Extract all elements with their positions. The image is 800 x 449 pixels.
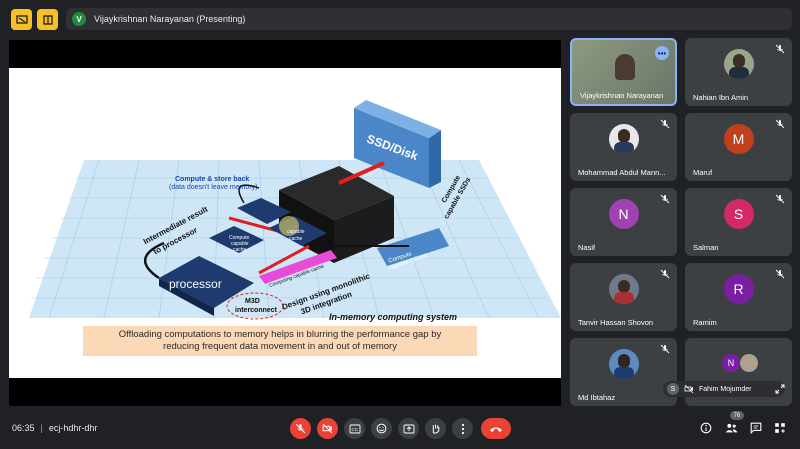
mic-off-icon	[295, 423, 306, 434]
expand-icon[interactable]	[775, 384, 785, 394]
participant-name: Ramim	[693, 318, 717, 327]
system-label: In-memory computing system	[329, 312, 457, 322]
compute-store-label: Compute & store back	[175, 176, 249, 183]
people-icon	[725, 423, 737, 433]
others-avatar: S	[667, 383, 679, 395]
participant-photo	[608, 349, 639, 379]
svg-text:cache: cache	[289, 236, 303, 242]
raise-hand-button[interactable]	[425, 418, 446, 439]
presentation-stage: SSD/Disk Compute capable SSDs Compute ca…	[9, 40, 561, 406]
processor-label: processor	[169, 277, 222, 291]
mic-off-icon	[775, 269, 785, 279]
participant-photo	[608, 124, 639, 154]
reactions-button[interactable]	[371, 418, 392, 439]
present-icon-button[interactable]	[11, 9, 32, 30]
presenter-video-figure	[615, 54, 635, 80]
presenter-chip: V Vijaykrishnan Narayanan (Presenting)	[66, 8, 792, 30]
participant-avatar: N	[722, 354, 740, 372]
bottom-bar: 06:35 | ecj-hdhr-dhr CC	[0, 410, 800, 449]
camera-toggle-button[interactable]	[317, 418, 338, 439]
mic-off-icon	[660, 344, 670, 354]
participant-name: Md Ibtahaz	[578, 393, 616, 402]
m3d-sub: interconnect	[235, 307, 278, 314]
participant-tile-nahian[interactable]: Nahian Ibn Amin	[685, 38, 792, 106]
chat-button[interactable]	[748, 420, 764, 436]
participant-count-badge: 76	[730, 411, 744, 420]
participant-name: Fahim Mojumder	[699, 385, 752, 393]
mic-off-icon	[775, 194, 785, 204]
caption-line-1: Offloading computations to memory helps …	[118, 329, 442, 340]
activities-button[interactable]	[772, 420, 788, 436]
participant-name: Nasif	[578, 243, 596, 252]
slide: SSD/Disk Compute capable SSDs Compute ca…	[9, 68, 561, 378]
others-bar[interactable]: S Fahim Mojumder	[663, 381, 785, 397]
info-icon	[700, 422, 712, 434]
participant-avatar: N	[608, 199, 639, 229]
camera-off-icon	[684, 384, 694, 394]
participant-tile-maruf[interactable]: M Maruf	[685, 113, 792, 181]
meeting-details-button[interactable]	[698, 420, 714, 436]
top-bar: V Vijaykrishnan Narayanan (Presenting)	[0, 0, 800, 38]
mic-off-icon	[775, 119, 785, 129]
more-options-button[interactable]: •••	[655, 46, 669, 60]
people-button[interactable]	[723, 420, 739, 436]
participant-photo	[740, 354, 758, 372]
captions-button[interactable]: CC	[344, 418, 365, 439]
more-options-button[interactable]	[452, 418, 473, 439]
meeting-info: 06:35 | ecj-hdhr-dhr	[12, 423, 97, 433]
svg-text:cache: cache	[233, 247, 247, 253]
screen-share-icon	[15, 14, 28, 24]
participant-name: Mohammad Abdul Mann...	[578, 168, 666, 177]
meeting-time: 06:35	[12, 423, 35, 433]
participant-photo	[723, 49, 754, 79]
participant-name: Tanvir Hassan Shovon	[578, 318, 654, 327]
participant-tile-salman[interactable]: S Salman	[685, 188, 792, 256]
participant-tile-tanvir[interactable]: Tanvir Hassan Shovon	[570, 263, 677, 331]
more-vert-icon	[461, 423, 464, 434]
presenter-avatar: V	[72, 12, 86, 26]
m3d-label: M3D	[245, 298, 260, 305]
participant-avatar: S	[723, 199, 754, 229]
presenter-label: Vijaykrishnan Narayanan (Presenting)	[94, 14, 246, 24]
participant-tile-ibtahaz[interactable]: Md Ibtahaz	[570, 338, 677, 406]
mic-toggle-button[interactable]	[290, 418, 311, 439]
hangup-icon	[490, 427, 502, 432]
participant-tile-mohammad[interactable]: Mohammad Abdul Mann...	[570, 113, 677, 181]
mic-off-icon	[660, 194, 670, 204]
window-icon	[42, 14, 53, 25]
participant-tile-vijaykrishnan[interactable]: ••• Vijaykrishnan Narayanan	[570, 38, 677, 106]
present-now-button[interactable]	[398, 418, 419, 439]
participant-tile-ramim[interactable]: R Ramim	[685, 263, 792, 331]
svg-text:capable: capable	[287, 229, 305, 235]
emoji-icon	[376, 423, 387, 434]
participant-name: Maruf	[693, 168, 713, 177]
participant-name: Nahian Ibn Amin	[693, 93, 749, 102]
chat-icon	[750, 422, 762, 434]
caption-line-2: reducing frequent data movement in and o…	[163, 341, 397, 352]
leave-call-button[interactable]	[481, 418, 511, 439]
hand-icon	[432, 424, 440, 434]
tab-share-button[interactable]	[37, 9, 58, 30]
participant-photo	[608, 274, 639, 304]
slide-caption: Offloading computations to memory helps …	[83, 326, 477, 356]
mic-off-icon	[775, 44, 785, 54]
participant-avatar: R	[723, 274, 754, 304]
meeting-code: ecj-hdhr-dhr	[48, 423, 98, 433]
mic-off-icon	[660, 119, 670, 129]
activities-icon	[775, 423, 785, 433]
participant-tile-nasif[interactable]: N Nasif	[570, 188, 677, 256]
mic-off-icon	[660, 269, 670, 279]
camera-off-icon	[322, 423, 333, 434]
captions-icon: CC	[349, 424, 360, 433]
svg-text:CC: CC	[351, 427, 358, 432]
participant-name: Salman	[693, 243, 719, 252]
participant-name: Vijaykrishnan Narayanan	[580, 91, 664, 100]
participant-avatar: M	[723, 124, 754, 154]
meeting-separator: |	[40, 423, 43, 433]
present-icon	[403, 424, 414, 433]
